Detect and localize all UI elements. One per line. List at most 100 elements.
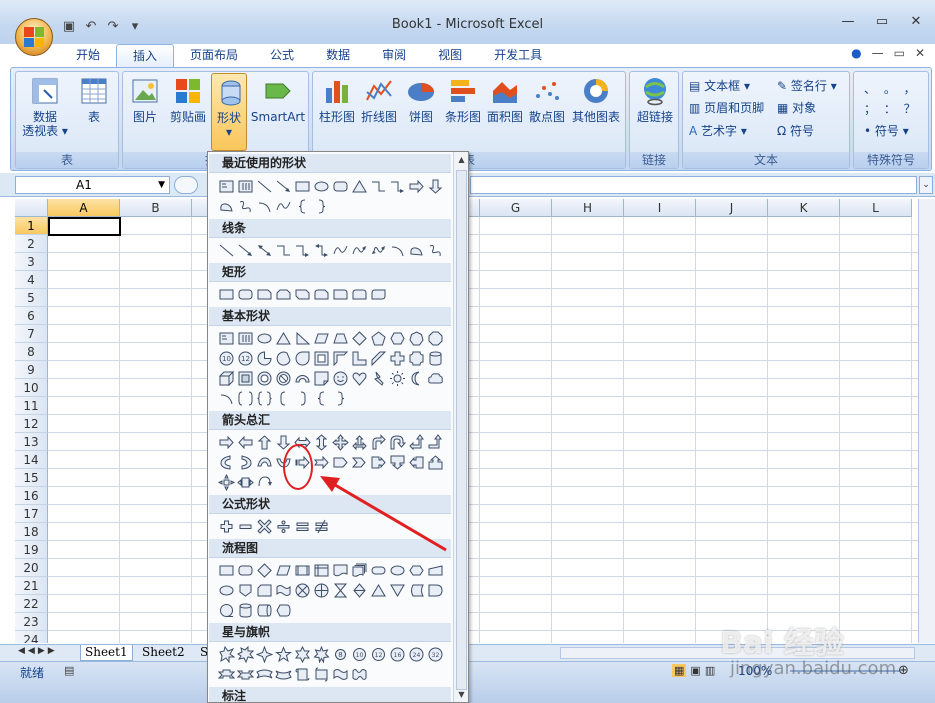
shape-vscroll-icon[interactable]: [294, 666, 311, 683]
column-header-J[interactable]: J: [696, 199, 768, 217]
shape-star12-icon[interactable]: 12: [370, 646, 387, 663]
shape-hept-icon[interactable]: [408, 330, 425, 347]
shape-oval-icon[interactable]: [389, 562, 406, 579]
shape-arc-icon[interactable]: [218, 390, 235, 407]
shape-wave-icon[interactable]: [332, 666, 349, 683]
shape-lcallout-icon[interactable]: [408, 454, 425, 471]
shape-explosion1-icon[interactable]: [218, 646, 235, 663]
column-header-H[interactable]: H: [552, 199, 624, 217]
shape-dblbracket-icon[interactable]: [237, 390, 254, 407]
zoom-in-icon[interactable]: ⊕: [898, 663, 909, 678]
sheet-nav-icon[interactable]: ◀◀▶▶: [18, 646, 58, 656]
signature-line-button[interactable]: ✎ 签名行 ▾: [777, 77, 837, 94]
shape-dblwave-icon[interactable]: [351, 666, 368, 683]
shape-rbrace-icon[interactable]: [332, 390, 349, 407]
shape-hscroll-icon[interactable]: [313, 666, 330, 683]
row-header-11[interactable]: 11: [15, 397, 48, 415]
row-header-18[interactable]: 18: [15, 523, 48, 541]
row-header-9[interactable]: 9: [15, 361, 48, 379]
shape-lruarrow-icon[interactable]: [351, 434, 368, 451]
shape-equal-icon[interactable]: [294, 518, 311, 535]
sheet-tab-2[interactable]: Sheet2: [138, 645, 189, 661]
shape-elbow-icon[interactable]: [370, 178, 387, 195]
shape-oval-icon[interactable]: [256, 330, 273, 347]
zoom-level[interactable]: 100%: [738, 664, 772, 678]
shape-star6-icon[interactable]: [294, 646, 311, 663]
row-header-24[interactable]: 24: [15, 631, 48, 643]
shape-rtri-icon[interactable]: [294, 330, 311, 347]
shape-can-icon[interactable]: [237, 602, 254, 619]
shape-multidoc-icon[interactable]: [351, 562, 368, 579]
shape-foldcorner-icon[interactable]: [313, 370, 330, 387]
shapes-button[interactable]: 形状 ▾: [211, 73, 247, 151]
line-chart-button[interactable]: 折线图: [359, 76, 399, 124]
shape-rect-icon[interactable]: [294, 178, 311, 195]
row-header-15[interactable]: 15: [15, 469, 48, 487]
row-header-20[interactable]: 20: [15, 559, 48, 577]
shape-lrcallout-icon[interactable]: [237, 474, 254, 491]
symbol-button[interactable]: Ω 符号: [777, 122, 814, 139]
special-symbol-button[interactable]: • 符号 ▾: [864, 122, 909, 139]
shape-predef-icon[interactable]: [294, 562, 311, 579]
shape-notchedr-icon[interactable]: [313, 454, 330, 471]
column-header-K[interactable]: K: [768, 199, 840, 217]
shape-mult-icon[interactable]: [256, 518, 273, 535]
shape-rarrow-icon[interactable]: [408, 178, 425, 195]
shape-para-icon[interactable]: [275, 562, 292, 579]
shape-star8-icon[interactable]: 8: [332, 646, 349, 663]
shape-freeform-icon[interactable]: [408, 242, 425, 259]
shape-textbox-icon[interactable]: [218, 178, 235, 195]
ribbon-restore-icon[interactable]: ▭: [894, 46, 905, 60]
tab-view[interactable]: 视图: [422, 44, 478, 68]
shape-bevel-icon[interactable]: [237, 370, 254, 387]
shape-snip1-icon[interactable]: [256, 286, 273, 303]
column-header-L[interactable]: L: [840, 199, 912, 217]
shape-curvedu-icon[interactable]: [256, 454, 273, 471]
shape-star4-icon[interactable]: [256, 646, 273, 663]
shape-vtextbox-icon[interactable]: [237, 178, 254, 195]
shape-darrow-icon[interactable]: [427, 178, 444, 195]
normal-view-icon[interactable]: ▦: [672, 664, 687, 677]
shape-lbrace-icon[interactable]: [294, 198, 311, 215]
shape-curvedbl-icon[interactable]: [370, 242, 387, 259]
shape-curvearrow-icon[interactable]: [351, 242, 368, 259]
shape-larrow-icon[interactable]: [237, 434, 254, 451]
shape-dodec-icon[interactable]: 12: [237, 350, 254, 367]
shape-moon-icon[interactable]: [408, 370, 425, 387]
shape-star24-icon[interactable]: 24: [408, 646, 425, 663]
shape-snip3-icon[interactable]: [294, 286, 311, 303]
shape-rect-icon[interactable]: [218, 286, 235, 303]
other-charts-button[interactable]: 其他图表: [569, 76, 623, 124]
shape-storeddata-icon[interactable]: [408, 582, 425, 599]
shape-frame-icon[interactable]: [313, 350, 330, 367]
shape-rrect-icon[interactable]: [332, 178, 349, 195]
special-symbols-row-1[interactable]: 、 。 ，: [864, 80, 918, 97]
area-chart-button[interactable]: 面积图: [485, 76, 525, 124]
shape-pie-icon[interactable]: [256, 350, 273, 367]
shape-quadcallout-icon[interactable]: [218, 474, 235, 491]
macro-record-icon[interactable]: ▤: [64, 664, 74, 677]
shape-curve-icon[interactable]: [332, 242, 349, 259]
shape-notequal-icon[interactable]: [313, 518, 330, 535]
shape-ribbonup-icon[interactable]: [218, 666, 235, 683]
formula-input[interactable]: [470, 176, 917, 194]
minimize-icon[interactable]: —: [835, 14, 861, 29]
shape-para-icon[interactable]: [313, 330, 330, 347]
shape-lbracket-icon[interactable]: [275, 390, 292, 407]
shape-arc-icon[interactable]: [389, 242, 406, 259]
pivot-table-button[interactable]: 数据 透视表 ▾: [22, 76, 68, 138]
shape-nosym-icon[interactable]: [275, 370, 292, 387]
row-header-2[interactable]: 2: [15, 235, 48, 253]
tab-insert[interactable]: 插入: [116, 44, 175, 68]
shape-curve-icon[interactable]: [275, 198, 292, 215]
hyperlink-button[interactable]: 超链接: [632, 76, 678, 124]
horizontal-scrollbar[interactable]: [560, 647, 915, 659]
shape-tri-icon[interactable]: [370, 582, 387, 599]
row-header-8[interactable]: 8: [15, 343, 48, 361]
shape-collate-icon[interactable]: [332, 582, 349, 599]
shape-dec-icon[interactable]: 10: [218, 350, 235, 367]
shape-bentarrow-icon[interactable]: [370, 434, 387, 451]
shape-rarrow-icon[interactable]: [218, 434, 235, 451]
table-button[interactable]: 表: [74, 76, 114, 124]
shape-sort-icon[interactable]: [351, 582, 368, 599]
